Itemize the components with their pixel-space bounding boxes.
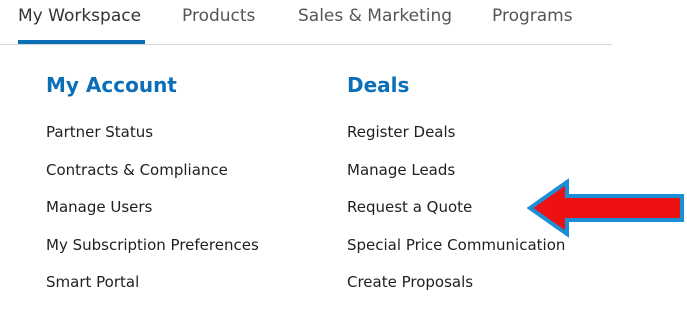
menu-item-manage-users[interactable]: Manage Users (46, 197, 259, 235)
my-account-menu: Partner Status Contracts & Compliance Ma… (46, 122, 259, 310)
my-account-column: My Account Partner Status Contracts & Co… (46, 70, 259, 310)
active-tab-indicator (18, 40, 145, 44)
menu-item-register-deals[interactable]: Register Deals (347, 122, 565, 160)
tab-sales-marketing[interactable]: Sales & Marketing (298, 6, 452, 26)
menu-item-partner-status[interactable]: Partner Status (46, 122, 259, 160)
menu-item-smart-portal[interactable]: Smart Portal (46, 272, 259, 310)
top-navigation: My Workspace Products Sales & Marketing … (0, 0, 612, 45)
deals-heading: Deals (347, 73, 410, 97)
tab-products[interactable]: Products (182, 6, 255, 26)
menu-item-create-proposals[interactable]: Create Proposals (347, 272, 565, 310)
my-account-heading: My Account (46, 73, 177, 97)
menu-item-contracts-compliance[interactable]: Contracts & Compliance (46, 160, 259, 198)
menu-item-special-price-communication[interactable]: Special Price Communication (347, 235, 565, 273)
red-arrow-icon (527, 178, 684, 238)
menu-item-subscription-preferences[interactable]: My Subscription Preferences (46, 235, 259, 273)
tab-my-workspace[interactable]: My Workspace (18, 6, 141, 26)
tab-programs[interactable]: Programs (492, 6, 573, 26)
